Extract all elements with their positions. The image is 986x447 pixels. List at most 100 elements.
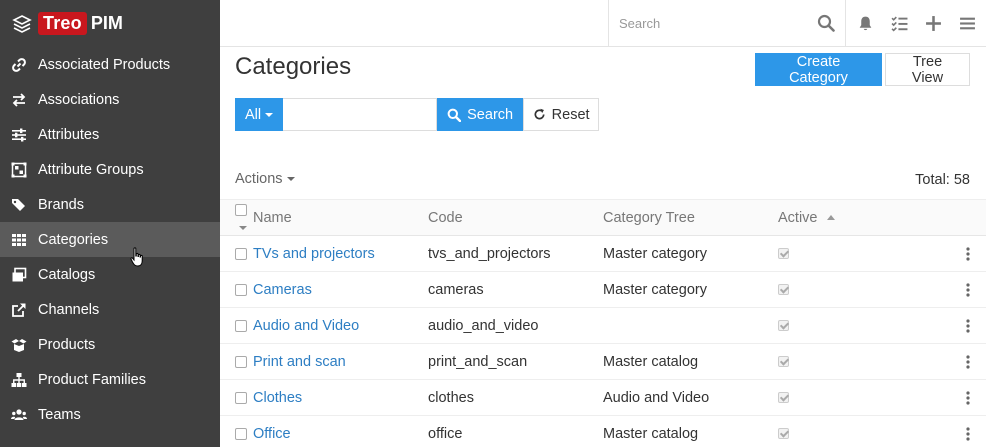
row-name-link[interactable]: Print and scan [253,354,346,370]
row-code: tvs_and_projectors [428,235,603,272]
row-code: cameras [428,271,603,308]
filter-scope-dropdown[interactable]: All [235,98,284,131]
global-search-input[interactable] [609,1,809,46]
row-checkbox[interactable] [235,247,247,260]
sidebar-item-teams[interactable]: Teams [0,397,220,432]
column-header-name[interactable]: Name [253,199,428,236]
row-checkbox[interactable] [235,355,247,368]
actions-label: Actions [235,171,283,187]
sidebar-item-products[interactable]: Products [0,327,220,362]
sort-ascending-icon [826,215,835,221]
sidebar-item-label: Attribute Groups [38,161,144,178]
row-name-link[interactable]: Office [253,426,291,442]
table-header-row: Name Code Category Tree Active [220,199,986,236]
row-active-checkbox [778,248,789,260]
categories-table: Name Code Category Tree Active TVs and p… [220,199,986,447]
topbar-icons [848,0,984,47]
sidebar-item-product-families[interactable]: Product Families [0,362,220,397]
kebab-menu-icon[interactable] [966,355,970,369]
row-name-link[interactable]: Clothes [253,390,302,406]
filter-text-input[interactable] [283,98,438,131]
table-row: TVs and projectors tvs_and_projectors Ma… [220,235,986,272]
row-code: clothes [428,379,603,416]
page-title: Categories [235,53,352,80]
search-button[interactable]: Search [437,98,524,131]
kebab-menu-icon[interactable] [966,391,970,405]
row-category-tree: Master catalog [603,415,778,447]
column-header-active-label: Active [778,209,818,226]
sidebar-item-associations[interactable]: Associations [0,82,220,117]
row-active-checkbox [778,356,789,368]
row-code: audio_and_video [428,307,603,344]
main-menu-button[interactable] [950,0,984,47]
kebab-menu-icon[interactable] [966,247,970,261]
row-name-link[interactable]: Cameras [253,282,312,298]
row-category-tree: Master category [603,271,778,308]
row-active-checkbox [778,320,789,332]
sidebar-item-label: Channels [38,301,100,318]
table-row: Clothes clothes Audio and Video [220,379,986,416]
caret-down-icon [286,177,295,181]
row-active-checkbox [778,428,789,440]
row-checkbox[interactable] [235,391,247,404]
column-header-row-actions [928,199,986,236]
global-search [608,0,846,47]
task-list-icon [890,16,907,32]
column-header-category-tree[interactable]: Category Tree [603,199,778,236]
row-category-tree [603,307,778,344]
filter-scope-label: All [245,106,262,123]
notifications-button[interactable] [848,0,882,47]
logo[interactable]: Treo PIM [0,0,220,47]
sidebar-item-label: Product Families [38,371,146,388]
column-header-active[interactable]: Active [778,199,928,236]
filter-bar: All Search Reset [235,98,600,131]
row-category-tree: Master category [603,235,778,272]
row-checkbox[interactable] [235,319,247,332]
sidebar-item-label: Brands [38,196,84,213]
row-name-link[interactable]: Audio and Video [253,318,359,334]
search-button-label: Search [467,106,514,123]
row-code: print_and_scan [428,343,603,380]
actions-dropdown[interactable]: Actions [235,171,295,187]
box-open-icon [10,336,28,354]
kebab-menu-icon[interactable] [966,427,970,441]
group-icon [10,161,28,179]
column-header-code[interactable]: Code [428,199,603,236]
create-category-button[interactable]: Create Category [755,53,882,86]
sidebar-item-attributes[interactable]: Attributes [0,117,220,152]
sidebar-item-brands[interactable]: Brands [0,187,220,222]
users-icon [10,406,28,424]
row-name-link[interactable]: TVs and projectors [253,246,375,262]
table-row: Audio and Video audio_and_video [220,307,986,344]
tree-view-button[interactable]: Tree View [885,53,970,86]
search-icon[interactable] [817,14,835,32]
sidebar-item-channels[interactable]: Channels [0,292,220,327]
caret-down-icon[interactable] [239,225,247,230]
kebab-menu-icon[interactable] [966,319,970,333]
total-value: 58 [953,172,970,188]
search-icon [447,108,462,122]
table-row: Office office Master catalog [220,415,986,447]
sidebar-item-label: Categories [38,231,109,248]
logo-pim-text: PIM [90,13,123,33]
sidebar-item-categories[interactable]: Categories [0,222,220,267]
tasks-button[interactable] [882,0,916,47]
sidebar-item-attribute-groups[interactable]: Attribute Groups [0,152,220,187]
row-code: office [428,415,603,447]
quick-create-button[interactable] [916,0,950,47]
kebab-menu-icon[interactable] [966,283,970,297]
sitemap-icon [10,371,28,389]
sidebar-item-catalogs[interactable]: Catalogs [0,257,220,292]
row-checkbox[interactable] [235,427,247,440]
select-all-header [220,199,253,236]
external-link-icon [10,301,28,319]
reset-button[interactable]: Reset [523,98,600,131]
sliders-icon [10,126,28,144]
bell-icon [859,16,871,31]
sidebar-item-label: Associations [38,91,120,108]
row-checkbox[interactable] [235,283,247,296]
logo-treo-text: Treo [38,12,87,35]
sidebar-item-associated-products[interactable]: Associated Products [0,47,220,82]
select-all-checkbox[interactable] [235,203,247,216]
link-icon [10,56,28,74]
